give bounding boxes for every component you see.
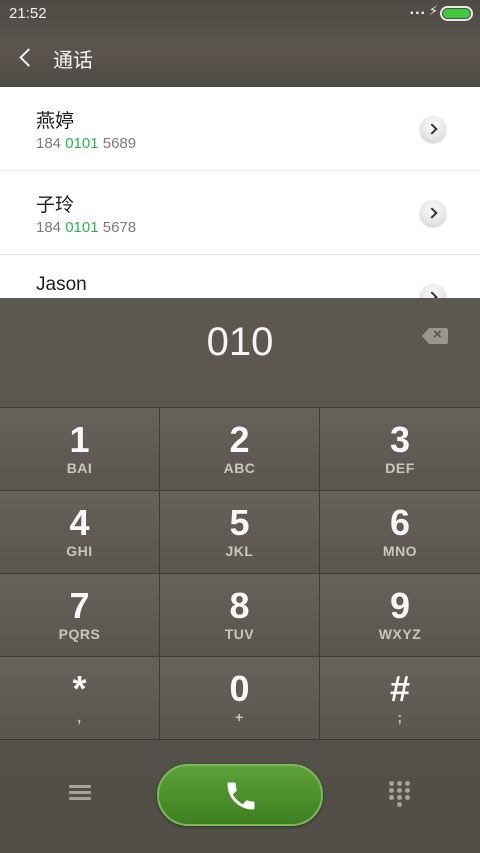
key-6[interactable]: 6 MNO	[320, 491, 480, 574]
list-item[interactable]: Jason	[0, 255, 480, 298]
chevron-right-icon[interactable]	[420, 200, 446, 226]
contact-name: 子玲	[36, 195, 75, 216]
number-match: 0101	[65, 135, 99, 152]
contact-name: Jason	[36, 274, 87, 295]
contact-suggestions: 燕婷 184 0101 5689 子玲 184 0101 5678 Jason	[0, 87, 480, 298]
status-bar: 21:52 ... ⚡	[0, 0, 480, 26]
key-8[interactable]: 8 TUV	[160, 574, 320, 657]
chevron-right-icon[interactable]	[420, 284, 446, 298]
contact-number: 184 0101 5689	[36, 135, 137, 152]
signal-dots: ...	[409, 1, 426, 18]
contact-name: 燕婷	[36, 111, 75, 132]
bolt-icon: ⚡	[428, 3, 438, 18]
contact-number: 184 0101 5678	[36, 219, 137, 236]
battery-icon	[440, 6, 473, 21]
backspace-icon[interactable]: ×	[422, 326, 448, 344]
header: 通话	[0, 30, 480, 86]
key-7[interactable]: 7 PQRS	[0, 574, 160, 657]
key-3[interactable]: 3 DEF	[320, 408, 480, 491]
key-5[interactable]: 5 JKL	[160, 491, 320, 574]
dialer-panel: 010 × 1 BAI 2 ABC 3 DEF 4 GHI 5 JKL 6 MNO 7 PQR…	[0, 298, 480, 853]
top-bar: 21:52 ... ⚡ 通话	[0, 0, 480, 87]
key-2[interactable]: 2 ABC	[160, 408, 320, 491]
status-time: 21:52	[9, 5, 47, 22]
key-1[interactable]: 1 BAI	[0, 408, 160, 491]
page-title: 通话	[53, 50, 93, 72]
key-hash[interactable]: #;	[320, 657, 480, 740]
key-star[interactable]: *,	[0, 657, 160, 740]
chevron-left-icon[interactable]	[16, 42, 38, 72]
menu-icon[interactable]	[64, 782, 96, 808]
key-9[interactable]: 9 WXYZ	[320, 574, 480, 657]
key-4[interactable]: 4 GHI	[0, 491, 160, 574]
call-button[interactable]	[157, 764, 323, 826]
dialer-actions	[0, 740, 480, 853]
list-item[interactable]: 子玲 184 0101 5678	[0, 171, 480, 255]
dialpad-icon[interactable]	[388, 781, 412, 809]
dial-display: 010 ×	[0, 298, 480, 408]
phone-icon	[227, 782, 255, 810]
list-item[interactable]: 燕婷 184 0101 5689	[0, 87, 480, 171]
key-0[interactable]: 0 +	[160, 657, 320, 740]
dial-input[interactable]: 010	[0, 320, 480, 365]
number-match: 0101	[65, 219, 99, 236]
chevron-right-icon[interactable]	[420, 116, 446, 142]
